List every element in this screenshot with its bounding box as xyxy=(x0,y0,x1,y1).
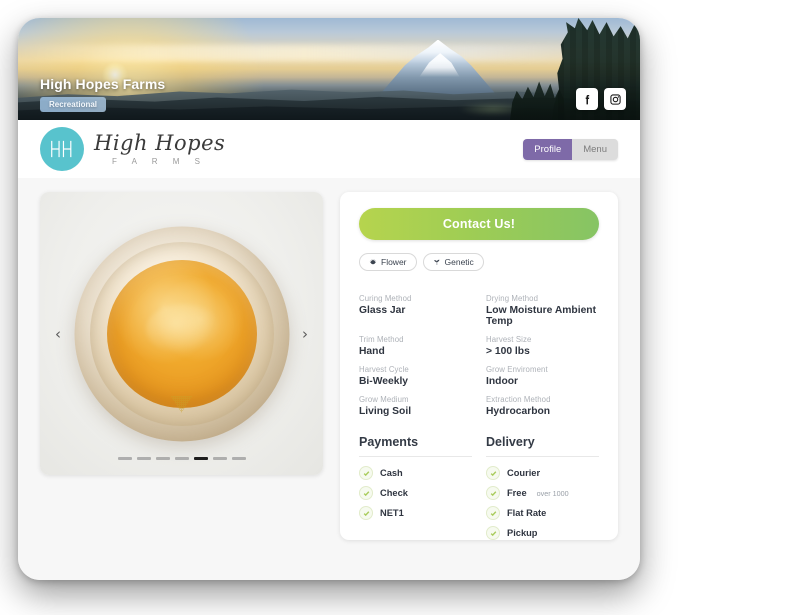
spec-field: Grow Medium Living Soil xyxy=(359,387,472,417)
social-links xyxy=(576,88,626,110)
list-item: Free over 1000 xyxy=(486,486,599,500)
facebook-icon xyxy=(585,94,589,104)
spec-field: Extraction Method Hydrocarbon xyxy=(486,387,599,417)
list-item-label: Free xyxy=(507,488,527,498)
list-item-label: Flat Rate xyxy=(507,508,547,518)
spec-label: Harvest Cycle xyxy=(359,365,409,374)
payments-heading: Payments xyxy=(359,435,472,457)
profile-content: ‹ › Contact Us! Flower Genetic Curing Me… xyxy=(18,178,640,580)
contact-us-button[interactable]: Contact Us! xyxy=(359,208,599,240)
facebook-link[interactable] xyxy=(576,88,598,110)
brand-wordmark: High Hopes F A R M S xyxy=(94,130,226,166)
list-item: Check xyxy=(359,486,472,500)
instagram-icon xyxy=(609,93,621,105)
spec-value: Hand xyxy=(359,346,385,357)
gallery-indicator[interactable] xyxy=(231,457,246,460)
gallery-indicator-active[interactable] xyxy=(193,457,208,460)
device-frame: High Hopes Farms Recreational High Hopes… xyxy=(18,18,640,580)
list-item-label: Check xyxy=(380,488,408,498)
list-item: Flat Rate xyxy=(486,506,599,520)
check-icon xyxy=(486,486,500,500)
list-item: Cash xyxy=(359,466,472,480)
spec-label: Drying Method xyxy=(486,294,539,303)
check-icon xyxy=(359,506,373,520)
profile-details-card: Contact Us! Flower Genetic Curing Method… xyxy=(340,192,618,540)
list-item: Courier xyxy=(486,466,599,480)
list-item-label: Cash xyxy=(380,468,403,478)
gallery-indicator[interactable] xyxy=(174,457,189,460)
list-item-note: over 1000 xyxy=(536,488,569,498)
tag-genetic-label: Genetic xyxy=(444,257,474,267)
spec-label: Grow Enviroment xyxy=(486,365,548,374)
spec-value: Glass Jar xyxy=(359,305,406,316)
spec-label: Extraction Method xyxy=(486,395,551,404)
check-icon xyxy=(359,486,373,500)
tag-flower[interactable]: Flower xyxy=(359,253,417,271)
tab-profile[interactable]: Profile xyxy=(523,138,573,160)
screenshot-stage: High Hopes Farms Recreational High Hopes… xyxy=(0,0,801,615)
spec-label: Trim Method xyxy=(359,335,404,344)
gallery-indicator[interactable] xyxy=(117,457,132,460)
spec-field: Harvest Cycle Bi-Weekly xyxy=(359,357,472,387)
list-item-label: NET1 xyxy=(380,508,404,518)
spec-value: Bi-Weekly xyxy=(359,376,409,387)
gallery-indicator[interactable] xyxy=(212,457,227,460)
spec-value: Hydrocarbon xyxy=(486,406,551,417)
profile-banner: High Hopes Farms Recreational xyxy=(18,18,640,120)
list-item-label: Courier xyxy=(507,468,541,478)
brand-logo[interactable]: High Hopes F A R M S xyxy=(40,127,225,171)
spec-field: Drying Method Low Moisture Ambient Temp xyxy=(486,286,599,327)
logo-monogram-circle xyxy=(40,127,84,171)
gallery-prev-button[interactable]: ‹ xyxy=(49,325,67,343)
spec-value: > 100 lbs xyxy=(486,346,530,357)
tag-genetic[interactable]: Genetic xyxy=(422,253,484,271)
concentrate-surface xyxy=(106,259,257,408)
payments-list: Cash Check NET1 xyxy=(359,466,472,520)
brand-name: High Hopes xyxy=(94,130,226,155)
banner-overlay xyxy=(18,18,640,120)
hh-monogram-icon xyxy=(51,140,72,158)
delivery-section: Delivery Courier Free over 1000 Flat Rat… xyxy=(486,435,599,540)
check-icon xyxy=(359,466,373,480)
payments-section: Payments Cash Check NET1 xyxy=(359,435,472,540)
product-photo xyxy=(40,192,323,475)
delivery-list: Courier Free over 1000 Flat Rate Pickup xyxy=(486,466,599,540)
concentrate-highlight xyxy=(145,303,221,355)
page-title: High Hopes Farms xyxy=(40,76,166,92)
list-item: Pickup xyxy=(486,526,599,540)
spec-field: Curing Method Glass Jar xyxy=(359,286,472,327)
brand-bar: High Hopes F A R M S Profile Menu xyxy=(18,120,640,178)
list-item: NET1 xyxy=(359,506,472,520)
category-tags: Flower Genetic xyxy=(359,253,599,271)
check-icon xyxy=(486,466,500,480)
seedling-icon xyxy=(433,259,439,265)
brand-subtitle: F A R M S xyxy=(112,156,207,166)
spec-field: Grow Enviroment Indoor xyxy=(486,357,599,387)
profile-tabs: Profile Menu xyxy=(523,138,618,160)
flower-icon xyxy=(369,259,377,265)
instagram-link[interactable] xyxy=(604,88,626,110)
spec-label: Grow Medium xyxy=(359,395,409,404)
product-gallery: ‹ › xyxy=(40,192,323,475)
gallery-next-button[interactable]: › xyxy=(296,325,314,343)
spec-field: Harvest Size > 100 lbs xyxy=(486,327,599,357)
status-badge: Recreational xyxy=(40,97,107,112)
check-icon xyxy=(486,526,500,540)
spec-grid: Curing Method Glass Jar Drying Method Lo… xyxy=(359,286,599,417)
spec-value: Low Moisture Ambient Temp xyxy=(486,305,597,327)
list-item-label: Pickup xyxy=(507,528,538,538)
gallery-indicators xyxy=(117,457,246,460)
check-icon xyxy=(486,506,500,520)
spec-value: Indoor xyxy=(486,376,519,387)
options-columns: Payments Cash Check NET1 Delivery Courie… xyxy=(359,435,599,540)
gallery-indicator[interactable] xyxy=(155,457,170,460)
spec-label: Harvest Size xyxy=(486,335,532,344)
tab-menu[interactable]: Menu xyxy=(572,138,618,160)
tag-flower-label: Flower xyxy=(381,257,407,267)
spec-value: Living Soil xyxy=(359,406,412,417)
gallery-indicator[interactable] xyxy=(136,457,151,460)
delivery-heading: Delivery xyxy=(486,435,599,457)
spec-field: Trim Method Hand xyxy=(359,327,472,357)
spec-label: Curing Method xyxy=(359,294,412,303)
